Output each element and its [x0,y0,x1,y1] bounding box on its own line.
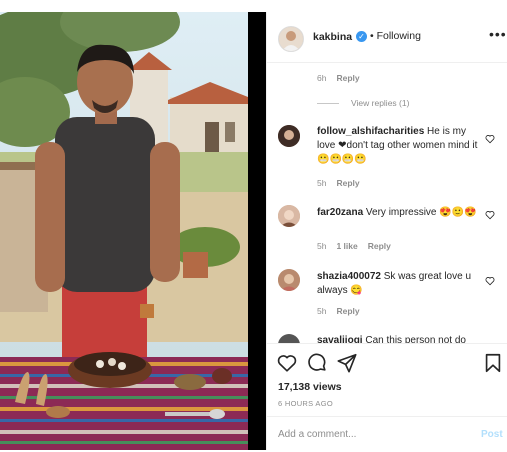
author-username[interactable]: kakbina [313,31,352,43]
heart-icon[interactable] [276,352,298,374]
comment-likes[interactable]: 1 like [336,241,357,251]
post-header: kakbina ✓ • Following ••• [267,12,507,63]
media-divider [248,12,266,450]
comment-input[interactable]: Add a comment... [278,429,356,440]
reply-button[interactable]: Reply [336,306,359,316]
post-photo[interactable] [0,12,248,450]
like-comment-heart-icon[interactable] [485,134,495,144]
comment-body: follow_alshifacharities He is my love ❤d… [317,125,482,167]
commenter-avatar[interactable] [278,205,300,227]
comment-text: Very impressive 😍🙂😍 [365,207,477,218]
comment-body: shazia400072 Sk was great love u always … [317,270,482,298]
commenter-avatar[interactable] [278,125,300,147]
reply-button[interactable]: Reply [336,178,359,188]
like-comment-heart-icon[interactable] [485,210,495,220]
view-count[interactable]: 17,138 views [278,381,342,393]
comment-icon[interactable] [306,352,328,374]
comment-meta: 6h Reply [317,73,360,83]
verified-icon: ✓ [356,31,367,42]
view-replies-label: View replies (1) [351,98,410,108]
comments-panel: kakbina ✓ • Following ••• 6h Reply View r… [266,12,507,451]
following-status[interactable]: • Following [370,30,421,42]
top-strip [0,0,507,12]
comment-username[interactable]: shazia400072 [317,271,381,282]
reply-button[interactable]: Reply [368,241,391,251]
author-avatar[interactable] [278,26,304,52]
post-button[interactable]: Post [481,429,503,440]
author-avatar-image [279,27,303,51]
add-comment-bar: Add a comment... Post [267,416,507,452]
commenter-avatar-image [278,205,300,227]
comment-username[interactable]: follow_alshifacharities [317,126,424,137]
like-comment-heart-icon[interactable] [485,276,495,286]
comment-body: far20zana Very impressive 😍🙂😍 [317,206,482,220]
comment-meta: 5h Reply [317,178,360,188]
comment-username[interactable]: far20zana [317,207,363,218]
share-icon[interactable] [336,352,358,374]
commenter-avatar-image [278,269,300,291]
comment-meta: 5h 1 like Reply [317,241,391,251]
commenter-avatar[interactable] [278,269,300,291]
comment-time: 5h [317,306,327,316]
view-replies-line [317,103,339,105]
more-icon[interactable]: ••• [489,26,507,42]
comment-time: 5h [317,178,327,188]
comment-time: 6h [317,73,327,83]
bookmark-icon[interactable] [482,352,504,374]
instagram-post-window: kakbina ✓ • Following ••• 6h Reply View r… [0,0,507,451]
post-photo-illustration [0,12,248,450]
commenter-avatar-image [278,125,300,147]
comment-time: 5h [317,241,327,251]
view-replies-link[interactable]: View replies (1) [317,98,409,108]
reply-button[interactable]: Reply [336,73,359,83]
post-actions: 17,138 views 6 HOURS AGO Add a comment..… [267,343,507,451]
comment-meta: 5h Reply [317,306,360,316]
post-timestamp: 6 HOURS AGO [278,399,333,408]
